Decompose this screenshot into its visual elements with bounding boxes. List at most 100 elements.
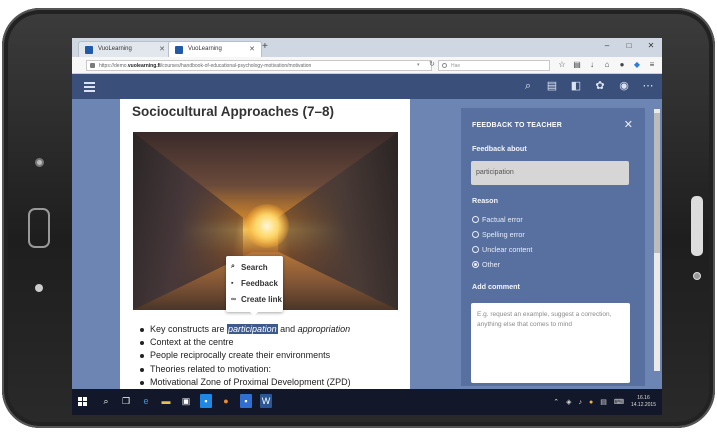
clock-time: 16.16 — [637, 395, 650, 401]
feedback-icon: ▪ — [231, 279, 234, 287]
radio-selected-icon — [472, 261, 479, 268]
more-icon[interactable]: ⋯ — [642, 79, 654, 93]
url-field[interactable]: https://demo.vuolearning.fi/courses/hand… — [86, 60, 432, 71]
download-icon[interactable]: ↓ — [588, 60, 596, 69]
edge-icon[interactable]: e — [140, 394, 152, 408]
feedback-panel: FEEDBACK TO TEACHER ✕ Feedback about par… — [461, 108, 645, 386]
minimize-button[interactable]: – — [596, 38, 618, 55]
search-icon[interactable]: ⌕ — [100, 394, 112, 408]
notifications-icon[interactable]: ▤ — [600, 398, 607, 406]
feedback-about-field[interactable]: participation — [471, 161, 629, 185]
windows-start-icon[interactable] — [78, 397, 87, 406]
firefox-icon[interactable]: ● — [220, 394, 232, 408]
url-path: /courses/handbook-of-educational-psychol… — [160, 63, 312, 69]
search-icon: ⌕ — [231, 263, 235, 270]
clock[interactable]: 16.16 14.12.2015 — [631, 395, 656, 409]
home-icon[interactable]: ⌂ — [603, 60, 611, 69]
reason-label: Reason — [472, 196, 498, 205]
sensor — [35, 284, 43, 292]
italic-term: appropriation — [297, 324, 351, 334]
radio-label: Unclear content — [482, 245, 533, 254]
search-field[interactable]: Hae — [438, 60, 550, 71]
radio-icon — [472, 246, 479, 253]
store-icon[interactable]: ▣ — [180, 394, 192, 408]
bullet-text: Key constructs are — [150, 324, 228, 334]
task-view-icon[interactable]: ❐ — [120, 394, 132, 408]
dropdown-icon[interactable]: ▾ — [417, 62, 420, 68]
lock-icon — [90, 63, 95, 68]
clock-date: 14.12.2015 — [630, 402, 656, 408]
volume-icon[interactable]: ♪ — [579, 399, 583, 406]
favicon-icon — [85, 46, 93, 54]
list-item: Context at the centre — [140, 336, 405, 349]
reason-radio-unclear[interactable]: Unclear content — [472, 245, 532, 254]
app-icon[interactable]: ▪ — [240, 394, 252, 408]
close-tab-icon[interactable]: ✕ — [159, 45, 165, 53]
reload-icon[interactable]: ↻ — [429, 60, 435, 68]
side-dot — [693, 272, 701, 280]
context-menu-search[interactable]: ⌕ Search — [231, 259, 283, 275]
reason-radio-other[interactable]: Other — [472, 260, 500, 269]
camera — [35, 158, 44, 167]
home-button[interactable] — [28, 208, 50, 248]
feedback-icon[interactable]: ◧ — [570, 79, 582, 93]
tablet-frame: VuoLearning ✕ VuoLearning ✕ + – □ ✕ http… — [2, 8, 715, 428]
browser-toolbar-icons: ☆ ▤ ↓ ⌂ ● ◆ ≡ — [558, 60, 656, 69]
tab-label: VuoLearning — [188, 46, 222, 52]
close-icon[interactable]: ✕ — [624, 118, 633, 131]
panel-title: FEEDBACK TO TEACHER — [472, 122, 563, 129]
windows-taskbar: ⌕ ❐ e ▬ ▣ ▪ ● ▪ W ⌃ ◈ ♪ ● ▤ ⌨ 16.16 14.1… — [72, 389, 662, 415]
account-icon[interactable]: ● — [618, 60, 626, 69]
menu-icon[interactable]: ≡ — [648, 60, 656, 69]
menu-item-label: Feedback — [241, 278, 278, 288]
radio-label: Spelling error — [482, 230, 525, 239]
comment-textarea[interactable]: E.g. request an example, suggest a corre… — [471, 303, 630, 383]
close-tab-icon[interactable]: ✕ — [249, 45, 255, 53]
reason-radio-factual[interactable]: Factual error — [472, 215, 523, 224]
browser-tab-1[interactable]: VuoLearning ✕ — [78, 41, 172, 57]
app-icon[interactable]: ▪ — [200, 394, 212, 408]
network-icon[interactable]: ◈ — [566, 398, 571, 406]
context-menu-create-link[interactable]: ∞ Create link — [231, 291, 283, 307]
context-menu-feedback[interactable]: ▪ Feedback — [231, 275, 283, 291]
url-domain: vuolearning.fi — [127, 63, 161, 69]
highlighted-term[interactable]: participation — [227, 324, 278, 334]
system-tray: ⌃ ◈ ♪ ● ▤ ⌨ 16.16 14.12.2015 — [553, 395, 656, 409]
context-menu: ⌕ Search ▪ Feedback ∞ Create link — [226, 256, 283, 316]
new-tab-button[interactable]: + — [262, 41, 268, 52]
page-card: Sociocultural Approaches (7–8) ⌕ Search … — [120, 99, 410, 389]
radio-label: Factual error — [482, 215, 523, 224]
star-icon[interactable]: ☆ — [558, 60, 566, 69]
hamburger-menu-icon[interactable] — [84, 82, 95, 94]
settings-icon[interactable]: ✿ — [594, 79, 606, 93]
close-window-button[interactable]: ✕ — [640, 38, 662, 55]
bullet-text: and — [277, 324, 298, 334]
reason-radio-spelling[interactable]: Spelling error — [472, 230, 525, 239]
bullet-list: Key constructs are participation and app… — [140, 323, 405, 389]
keyboard-icon[interactable]: ⌨ — [614, 398, 624, 406]
search-icon — [442, 63, 447, 68]
up-arrow-icon[interactable]: ⌃ — [553, 398, 559, 406]
reading-list-icon[interactable]: ▤ — [573, 60, 581, 69]
word-icon[interactable]: W — [260, 394, 272, 408]
radio-label: Other — [482, 260, 500, 269]
app-header-icons: ⌕ ▤ ◧ ✿ ◉ ⋯ — [522, 79, 654, 93]
radio-icon — [472, 216, 479, 223]
search-placeholder: Hae — [451, 63, 461, 69]
side-button[interactable] — [691, 196, 703, 256]
user-icon[interactable]: ◉ — [618, 79, 630, 93]
scrollbar-thumb[interactable] — [654, 113, 660, 253]
notes-icon[interactable]: ▤ — [546, 79, 558, 93]
page-title: Sociocultural Approaches (7–8) — [132, 104, 335, 119]
tray-app-icon[interactable]: ● — [589, 399, 593, 406]
maximize-button[interactable]: □ — [618, 38, 640, 55]
file-explorer-icon[interactable]: ▬ — [160, 394, 172, 408]
app-header: ⌕ ▤ ◧ ✿ ◉ ⋯ — [72, 74, 662, 99]
search-icon[interactable]: ⌕ — [522, 79, 534, 93]
menu-item-label: Create link — [241, 294, 282, 304]
list-item: Theories related to motivation: — [140, 363, 405, 376]
link-icon: ∞ — [231, 295, 236, 303]
browser-tab-2[interactable]: VuoLearning ✕ — [168, 41, 262, 57]
taskbar-apps: ⌕ ❐ e ▬ ▣ ▪ ● ▪ W — [100, 394, 272, 408]
extension-icon[interactable]: ◆ — [633, 60, 641, 69]
